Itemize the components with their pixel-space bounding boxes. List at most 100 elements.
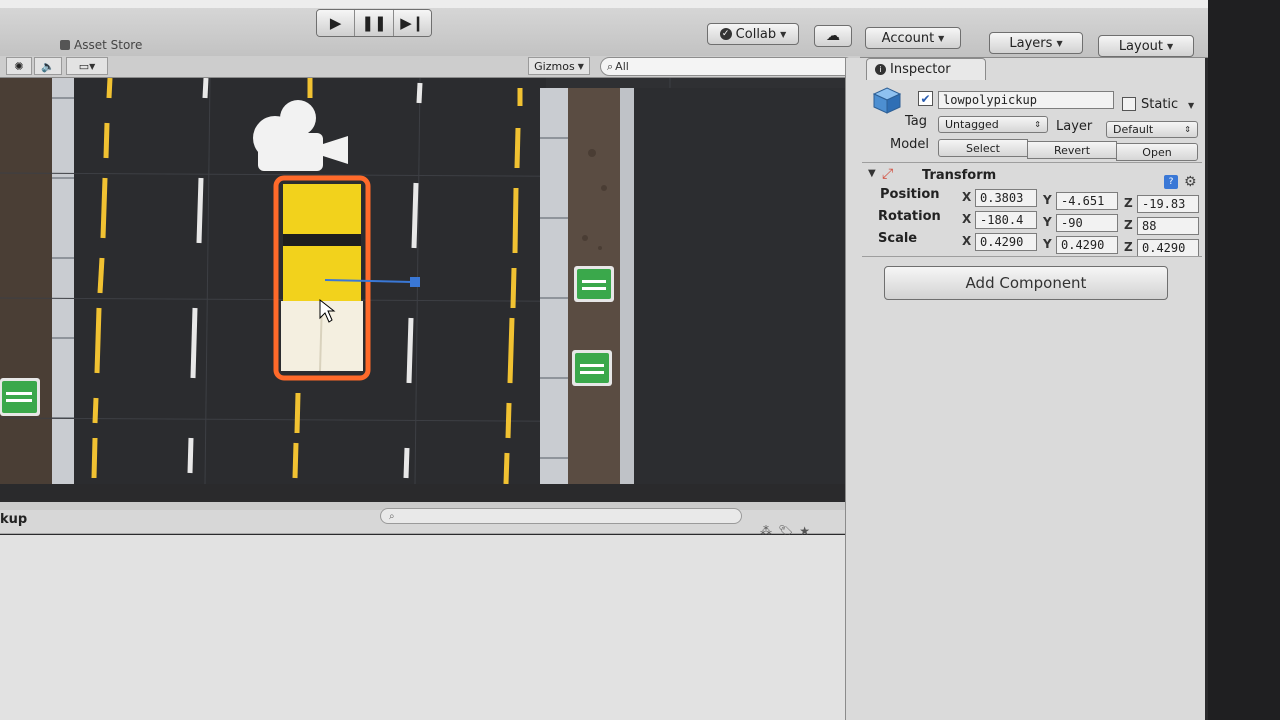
scene-search-input[interactable]: ⌕ All xyxy=(600,57,854,76)
chevron-down-icon: ▼ xyxy=(1167,41,1174,51)
search-icon: ⌕ xyxy=(607,59,614,73)
updown-icon: ⇕ xyxy=(1034,120,1041,129)
tab-inspector[interactable]: i Inspector xyxy=(866,58,986,80)
model-label: Model xyxy=(890,137,930,152)
cloud-button[interactable]: ☁ xyxy=(814,25,852,47)
chevron-down-icon: ▼ xyxy=(780,29,787,39)
monitor-bezel xyxy=(1208,0,1280,720)
chevron-down-icon: ▼ xyxy=(1056,38,1063,48)
project-search-input[interactable]: ⌕ xyxy=(380,508,742,524)
divider xyxy=(862,256,1202,257)
rotation-z-field[interactable]: 88 xyxy=(1137,217,1199,235)
bag-icon xyxy=(60,40,70,50)
scale-z-field[interactable]: 0.4290 xyxy=(1137,239,1199,257)
gear-icon[interactable]: ⚙ xyxy=(1184,174,1197,190)
tag-dropdown[interactable]: Untagged ⇕ xyxy=(938,116,1048,133)
rotation-y-field[interactable]: -90 xyxy=(1056,214,1118,232)
effects-dropdown[interactable]: ▭ ▼ xyxy=(66,57,108,75)
axis-handle-cube xyxy=(410,277,420,287)
layout-dropdown[interactable]: Layout ▼ xyxy=(1098,35,1194,57)
check-circle-icon: ✓ xyxy=(719,28,732,40)
model-select-button[interactable]: Select xyxy=(938,139,1028,157)
window-top-strip xyxy=(0,0,1210,8)
layout-label: Layout xyxy=(1118,38,1164,54)
play-icon: ▶ xyxy=(329,14,342,32)
pickup-truck xyxy=(273,175,371,381)
updown-icon: ⇕ xyxy=(1184,125,1191,134)
account-dropdown[interactable]: Account ▼ xyxy=(865,27,961,49)
tag-label: Tag xyxy=(905,114,928,129)
audio-toggle[interactable]: 🔈 xyxy=(34,57,62,75)
object-name-field[interactable]: lowpolypickup xyxy=(938,91,1114,109)
pause-button[interactable]: ❚❚ xyxy=(355,10,394,36)
scale-x-field[interactable]: 0.4290 xyxy=(975,233,1037,251)
static-label: Static xyxy=(1141,97,1179,112)
static-checkbox[interactable] xyxy=(1122,97,1136,111)
cloud-icon: ☁ xyxy=(826,28,840,44)
position-z-field[interactable]: -19.83 xyxy=(1137,195,1199,213)
tag-value: Untagged xyxy=(945,118,999,131)
gizmos-dropdown[interactable]: Gizmos ▼ xyxy=(528,57,590,75)
position-y-field[interactable]: -4.651 xyxy=(1056,192,1118,210)
axis-y-label: Y xyxy=(1043,193,1052,207)
divider xyxy=(862,162,1202,163)
layers-dropdown[interactable]: Layers ▼ xyxy=(989,32,1083,54)
step-icon: ▶❙ xyxy=(400,14,425,32)
axis-y-label: Y xyxy=(1043,215,1052,229)
info-icon: i xyxy=(875,64,886,75)
axis-z-label: Z xyxy=(1124,196,1133,210)
right-wall xyxy=(620,88,634,484)
position-label: Position xyxy=(880,187,940,202)
scene-view[interactable] xyxy=(0,78,848,484)
sun-icon: ✺ xyxy=(14,59,24,73)
add-component-button[interactable]: Add Component xyxy=(884,266,1168,300)
collab-button[interactable]: ✓ Collab ▼ xyxy=(707,23,799,45)
scene-search-value: All xyxy=(615,60,629,73)
play-button[interactable]: ▶ xyxy=(317,10,356,36)
model-open-button[interactable]: Open xyxy=(1116,143,1198,161)
layer-label: Layer xyxy=(1056,119,1093,134)
image-icon: ▭ xyxy=(78,59,90,73)
left-guardrail xyxy=(52,78,74,484)
rotation-label: Rotation xyxy=(878,209,941,224)
model-revert-button[interactable]: Revert xyxy=(1027,141,1117,159)
transform-title: Transform xyxy=(922,168,997,183)
road-sign-2 xyxy=(572,350,612,386)
right-guardrail xyxy=(540,88,568,484)
chevron-down-icon: ▼ xyxy=(938,33,945,43)
axis-z-label: Z xyxy=(1124,240,1133,254)
transform-icon: ⤢ xyxy=(882,166,894,182)
account-label: Account xyxy=(881,30,935,46)
chevron-down-icon[interactable]: ▼ xyxy=(1188,101,1194,110)
axis-x-label: X xyxy=(962,190,972,204)
asset-store-label: Asset Store xyxy=(74,38,143,52)
position-x-field[interactable]: 0.3803 xyxy=(975,189,1037,207)
layer-dropdown[interactable]: Default ⇕ xyxy=(1106,121,1198,138)
axis-y-label: Y xyxy=(1043,237,1052,251)
scale-y-field[interactable]: 0.4290 xyxy=(1056,236,1118,254)
axis-x-label: X xyxy=(962,212,972,226)
playback-controls: ▶ ❚❚ ▶❙ xyxy=(316,9,432,37)
inspector-tab-label: Inspector xyxy=(890,62,951,77)
speaker-icon: 🔈 xyxy=(41,59,55,73)
foldout-arrow-icon[interactable]: ▼ xyxy=(868,168,876,179)
project-content[interactable] xyxy=(0,535,845,720)
road-sign-3 xyxy=(0,378,40,416)
left-shoulder xyxy=(0,78,55,484)
help-book-icon[interactable]: ? xyxy=(1164,175,1178,189)
step-button[interactable]: ▶❙ xyxy=(393,10,431,36)
outer-area xyxy=(634,88,848,484)
rotation-x-field[interactable]: -180.4 xyxy=(975,211,1037,229)
road-sign-1 xyxy=(574,266,614,302)
scene-toolbar: ✺ 🔈 ▭ ▼ Gizmos ▼ ⌕ All xyxy=(0,56,860,78)
tab-asset-store[interactable]: Asset Store xyxy=(60,38,142,52)
lighting-toggle[interactable]: ✺ xyxy=(6,57,32,75)
axis-z-label: Z xyxy=(1124,218,1133,232)
project-breadcrumb: kup xyxy=(0,512,28,527)
gizmos-label: Gizmos xyxy=(534,59,575,73)
active-checkbox[interactable]: ✔ xyxy=(918,91,933,106)
gameobject-cube-icon xyxy=(872,86,902,114)
collab-label: Collab xyxy=(735,26,777,42)
scene-canvas xyxy=(0,78,848,484)
scale-label: Scale xyxy=(878,231,918,246)
